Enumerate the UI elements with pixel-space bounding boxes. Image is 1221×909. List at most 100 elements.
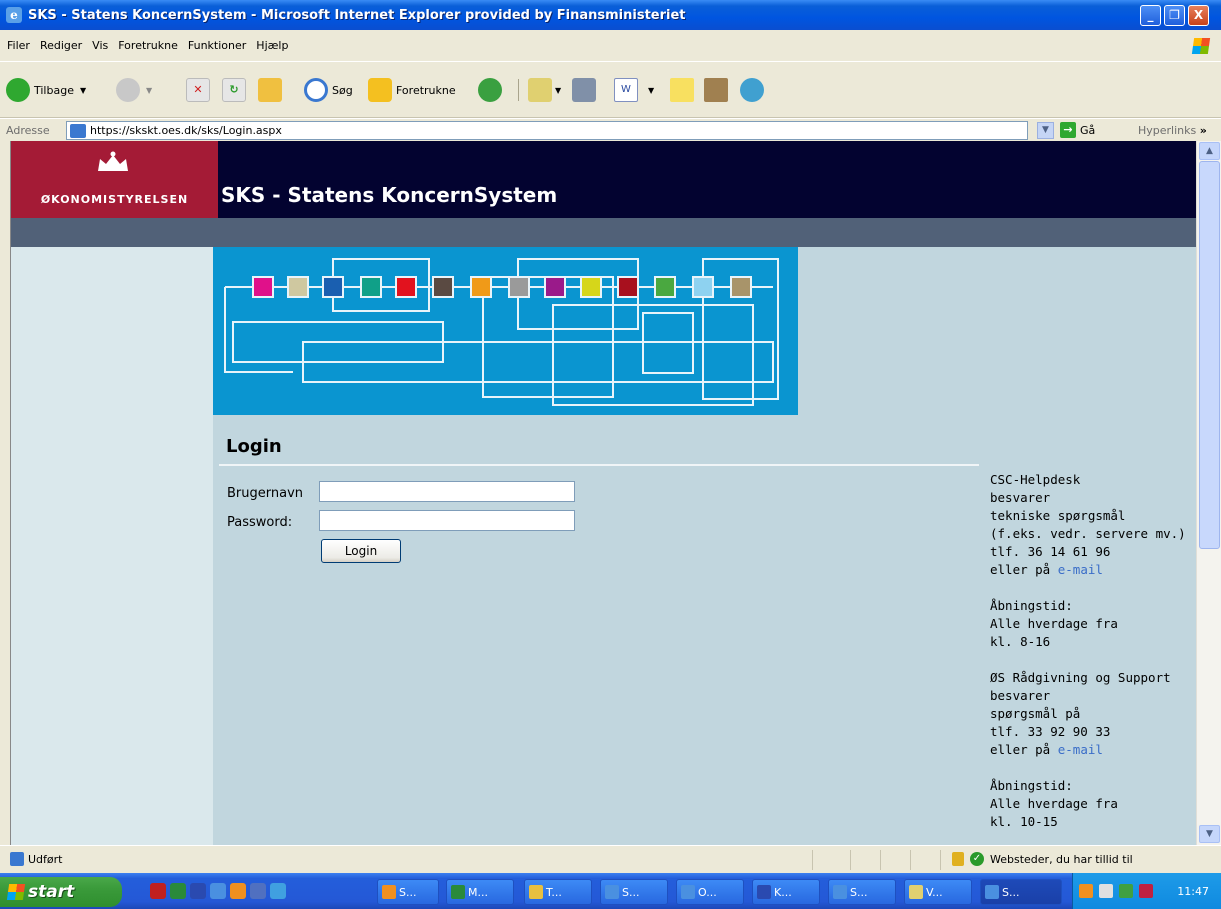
close-button[interactable]: X (1188, 5, 1209, 26)
crown-logo-icon (98, 151, 128, 171)
menu-edit[interactable]: Rediger (40, 39, 82, 52)
task-button[interactable]: T... (524, 879, 592, 905)
word-icon[interactable] (190, 883, 206, 899)
antivirus-icon[interactable] (1139, 884, 1153, 898)
folder-icon (529, 885, 543, 899)
internet-explorer-icon (605, 885, 619, 899)
task-button[interactable]: M... (446, 879, 514, 905)
task-label: S... (850, 885, 868, 899)
excel-icon (451, 885, 465, 899)
volume-icon[interactable] (1099, 884, 1113, 898)
window-title: SKS - Statens KoncernSystem - Microsoft … (28, 7, 686, 23)
info-line: besvarer (990, 490, 1051, 505)
back-icon (6, 78, 30, 102)
desktop-icon[interactable] (270, 883, 286, 899)
left-column (11, 247, 213, 845)
messenger-icon[interactable] (740, 78, 764, 102)
info-line: tlf. 33 92 90 33 (990, 724, 1111, 739)
page-viewport: ØKONOMISTYRELSEN SKS - Statens KoncernSy… (10, 141, 1196, 845)
info-line: besvarer (990, 688, 1051, 703)
info-line: Åbningstid: (990, 778, 1073, 793)
search-button[interactable]: Søg (304, 78, 353, 102)
go-arrow-icon: → (1060, 122, 1076, 138)
status-pane (850, 850, 851, 870)
home-icon[interactable] (258, 78, 282, 102)
page-done-icon (10, 852, 24, 866)
status-done: Udført (10, 852, 62, 866)
word-icon (757, 885, 771, 899)
task-button[interactable]: O... (676, 879, 744, 905)
internet-explorer-icon (985, 885, 999, 899)
minimize-button[interactable]: _ (1140, 5, 1161, 26)
status-bar: Udført ✓ Websteder, du har tillid til (0, 845, 1221, 873)
network-icon[interactable] (1119, 884, 1133, 898)
scroll-thumb[interactable] (1199, 161, 1220, 549)
task-button[interactable]: S... (600, 879, 668, 905)
info-line: (f.eks. vedr. servere mv.) (990, 526, 1186, 541)
address-dropdown-icon[interactable]: ▼ (1037, 122, 1054, 139)
address-url: https://skskt.oes.dk/sks/Login.aspx (90, 124, 282, 137)
menu-help[interactable]: Hjælp (256, 39, 288, 52)
forward-icon (116, 78, 140, 102)
history-icon[interactable] (478, 78, 502, 102)
print-icon[interactable] (572, 78, 596, 102)
task-button[interactable]: S... (377, 879, 439, 905)
research-icon[interactable] (704, 78, 728, 102)
stop-icon[interactable]: ✕ (186, 78, 210, 102)
trusted-check-icon: ✓ (970, 852, 984, 866)
password-label: Password: (227, 515, 293, 530)
info-line: Alle hverdage fra (990, 796, 1118, 811)
go-button[interactable]: → Gå (1060, 122, 1095, 138)
excel-icon[interactable] (170, 883, 186, 899)
csc-hours: Åbningstid: Alle hverdage fra kl. 8-16 (990, 597, 1190, 651)
address-input[interactable]: https://skskt.oes.dk/sks/Login.aspx (66, 121, 1028, 140)
sub-header-bar (11, 218, 1196, 247)
links-button[interactable]: Hyperlinks » (1138, 124, 1207, 137)
scroll-down-icon[interactable]: ▼ (1199, 825, 1220, 843)
helpdesk-info: CSC-Helpdesk besvarer tekniske spørgsmål… (990, 471, 1190, 845)
login-button[interactable]: Login (321, 539, 401, 563)
info-line: kl. 8-16 (990, 634, 1051, 649)
reminder-icon[interactable] (1079, 884, 1093, 898)
username-input[interactable] (319, 481, 575, 502)
menu-view[interactable]: Vis (92, 39, 108, 52)
menu-file[interactable]: Filer (7, 39, 30, 52)
back-button[interactable]: Tilbage ▼ (6, 78, 86, 102)
task-button[interactable]: K... (752, 879, 820, 905)
os-email-link[interactable]: e-mail (1058, 742, 1103, 757)
task-label: S... (622, 885, 640, 899)
refresh-icon[interactable]: ↻ (222, 78, 246, 102)
task-button[interactable]: S... (828, 879, 896, 905)
forward-button[interactable]: ▼ (116, 78, 152, 102)
task-button-active[interactable]: S... (980, 879, 1062, 905)
info-line: tekniske spørgsmål (990, 508, 1126, 523)
menu-favorites[interactable]: Foretrukne (118, 39, 178, 52)
status-pane (812, 850, 813, 870)
password-input[interactable] (319, 510, 575, 531)
outlook-icon[interactable] (230, 883, 246, 899)
favorites-button[interactable]: Foretrukne (368, 78, 456, 102)
internet-explorer-icon[interactable] (210, 883, 226, 899)
acrobat-icon[interactable] (150, 883, 166, 899)
notes-icon[interactable] (670, 78, 694, 102)
ie-icon: e (6, 7, 22, 23)
mail-icon[interactable] (528, 78, 552, 102)
menu-tools[interactable]: Funktioner (188, 39, 246, 52)
maximize-button[interactable]: ❐ (1164, 5, 1185, 26)
scroll-up-icon[interactable]: ▲ (1199, 142, 1220, 160)
media-icon[interactable] (250, 883, 266, 899)
start-button[interactable]: start (0, 877, 122, 907)
csc-email-link[interactable]: e-mail (1058, 562, 1103, 577)
info-line: spørgsmål på (990, 706, 1081, 721)
task-button[interactable]: V... (904, 879, 972, 905)
app-title: SKS - Statens KoncernSystem (221, 183, 558, 207)
site-header: ØKONOMISTYRELSEN SKS - Statens KoncernSy… (11, 141, 1196, 218)
outlook-icon (382, 885, 396, 899)
address-label: Adresse (6, 123, 50, 137)
vertical-scrollbar[interactable]: ▲ ▼ (1196, 141, 1221, 845)
internet-explorer-icon (833, 885, 847, 899)
word-icon[interactable]: W (614, 78, 638, 102)
logo[interactable]: ØKONOMISTYRELSEN (11, 141, 218, 218)
zone-text: Websteder, du har tillid til (990, 852, 1133, 866)
task-label: M... (468, 885, 488, 899)
